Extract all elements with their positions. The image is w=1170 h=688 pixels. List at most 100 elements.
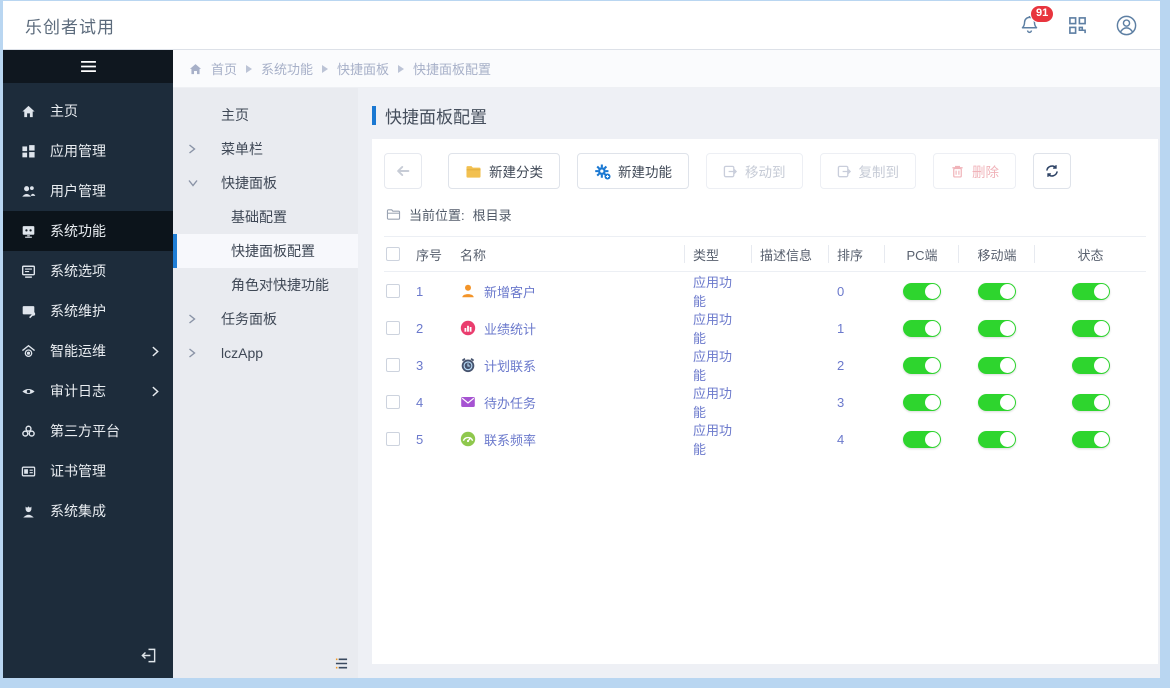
- row-type: 应用功能: [693, 423, 733, 457]
- row-name[interactable]: 待办任务: [484, 393, 536, 412]
- status-toggle[interactable]: [1071, 393, 1110, 411]
- row-name[interactable]: 业绩统计: [484, 319, 536, 338]
- sidebar-item[interactable]: 第三方平台: [3, 411, 173, 451]
- pc-toggle[interactable]: [903, 319, 941, 337]
- third-party-icon: [21, 423, 37, 439]
- page-title: 快捷面板配置: [385, 108, 487, 127]
- chevron-icon: [188, 179, 198, 187]
- select-all-checkbox[interactable]: [386, 247, 400, 261]
- row-order: 4: [837, 431, 845, 447]
- sidebar-item[interactable]: 系统选项: [3, 251, 173, 291]
- new-function-button[interactable]: 新建功能: [577, 153, 689, 189]
- title-accent-bar: [372, 106, 376, 125]
- row-seq: 5: [416, 431, 424, 447]
- mail-icon: [460, 394, 476, 410]
- row-checkbox[interactable]: [386, 284, 400, 298]
- qr-code-button[interactable]: [1068, 16, 1087, 35]
- system-maintenance-icon: [21, 303, 37, 319]
- sidebar-item[interactable]: 应用管理: [3, 131, 173, 171]
- breadcrumb-item[interactable]: 快捷面板: [337, 59, 389, 78]
- table-row: 3 计划联系 应用功能 2: [384, 346, 1146, 383]
- column-header: 类型: [685, 237, 752, 271]
- submenu-item[interactable]: 任务面板: [173, 302, 358, 336]
- pc-toggle[interactable]: [903, 430, 941, 448]
- submenu-item[interactable]: 角色对快捷功能: [173, 268, 358, 302]
- sidebar-item[interactable]: 用户管理: [3, 171, 173, 211]
- row-checkbox[interactable]: [386, 358, 400, 372]
- new-category-button[interactable]: 新建分类: [448, 153, 560, 189]
- users-icon: [21, 183, 37, 199]
- delete-button[interactable]: 删除: [933, 153, 1016, 189]
- logout-button[interactable]: [140, 647, 157, 664]
- row-seq: 2: [416, 320, 424, 336]
- column-header: 状态: [1077, 247, 1104, 263]
- chevron-right-icon: [152, 346, 159, 357]
- breadcrumb-item[interactable]: 系统功能: [261, 59, 313, 78]
- arrow-left-icon: [394, 162, 412, 180]
- row-type: 应用功能: [693, 349, 733, 383]
- row-seq: 1: [416, 283, 424, 299]
- location-value: 根目录: [472, 208, 512, 223]
- main-content: 快捷面板配置 新建分类 新建功能 移动到 复制到 删除 当前位置: 根目录 序号…: [358, 88, 1160, 678]
- trash-icon: [950, 164, 965, 179]
- pc-toggle[interactable]: [903, 393, 941, 411]
- sidebar-item[interactable]: 系统集成: [3, 491, 173, 531]
- row-order: 0: [837, 283, 845, 299]
- sidebar-item[interactable]: 证书管理: [3, 451, 173, 491]
- table-row: 1 新增客户 应用功能 0: [384, 272, 1146, 309]
- row-name[interactable]: 计划联系: [484, 356, 536, 375]
- folder-icon: [465, 164, 482, 179]
- submenu-item[interactable]: 主页: [173, 98, 358, 132]
- move-to-button[interactable]: 移动到: [706, 153, 803, 189]
- submenu-item[interactable]: 基础配置: [173, 200, 358, 234]
- refresh-button[interactable]: [1033, 153, 1071, 189]
- row-checkbox[interactable]: [386, 432, 400, 446]
- pc-toggle[interactable]: [903, 356, 941, 374]
- mobile-toggle[interactable]: [978, 430, 1016, 448]
- breadcrumb-item[interactable]: 首页: [211, 59, 237, 78]
- status-toggle[interactable]: [1071, 282, 1110, 300]
- table-row: 2 业绩统计 应用功能 1: [384, 309, 1146, 346]
- customer-icon: [460, 283, 476, 299]
- mobile-toggle[interactable]: [978, 282, 1016, 300]
- mobile-toggle[interactable]: [978, 319, 1016, 337]
- sidebar-collapse-button[interactable]: [3, 50, 173, 83]
- breadcrumb-item[interactable]: 快捷面板配置: [413, 59, 491, 78]
- row-checkbox[interactable]: [386, 321, 400, 335]
- sidebar-item[interactable]: 主页: [3, 91, 173, 131]
- submenu-collapse-button[interactable]: [334, 657, 349, 670]
- sidebar-item[interactable]: 智能运维: [3, 331, 173, 371]
- system-options-icon: [21, 263, 37, 279]
- chevron-right-icon: [152, 386, 159, 397]
- status-toggle[interactable]: [1071, 430, 1110, 448]
- column-header: 移动端: [959, 237, 1035, 271]
- notification-badge: 91: [1030, 5, 1055, 23]
- stats-icon: [460, 320, 476, 336]
- sidebar-item[interactable]: 系统维护: [3, 291, 173, 331]
- pc-toggle[interactable]: [903, 282, 941, 300]
- user-account-button[interactable]: [1115, 14, 1138, 37]
- column-header: 名称: [452, 237, 685, 271]
- sidebar-item[interactable]: 系统功能: [3, 211, 173, 251]
- submenu-item[interactable]: 快捷面板配置: [173, 234, 358, 268]
- sidebar-item[interactable]: 审计日志: [3, 371, 173, 411]
- notifications-button[interactable]: 91: [1019, 5, 1055, 36]
- folder-outline-icon: [386, 208, 401, 221]
- submenu-item[interactable]: lczApp: [173, 336, 358, 370]
- row-name[interactable]: 联系频率: [484, 430, 536, 449]
- back-button[interactable]: [384, 153, 422, 189]
- table-body: 1 新增客户 应用功能 0 2 业绩统计 应用功能 1 3 计划联系 应用功能: [384, 272, 1146, 457]
- chevron-icon: [188, 144, 196, 154]
- column-header: 序号: [416, 247, 443, 263]
- mobile-toggle[interactable]: [978, 356, 1016, 374]
- row-name[interactable]: 新增客户: [484, 282, 536, 301]
- status-toggle[interactable]: [1071, 356, 1110, 374]
- mobile-toggle[interactable]: [978, 393, 1016, 411]
- submenu-item[interactable]: 快捷面板: [173, 166, 358, 200]
- submenu-item[interactable]: 菜单栏: [173, 132, 358, 166]
- copy-to-button[interactable]: 复制到: [819, 153, 916, 189]
- row-checkbox[interactable]: [386, 395, 400, 409]
- breadcrumb: 首页 系统功能 快捷面板 快捷面板配置: [173, 50, 1160, 88]
- secondary-sidebar: 主页 菜单栏 快捷面板 基础配置 快捷面板配置 角色对快捷功能 任务面板 lcz…: [173, 88, 358, 678]
- status-toggle[interactable]: [1071, 319, 1110, 337]
